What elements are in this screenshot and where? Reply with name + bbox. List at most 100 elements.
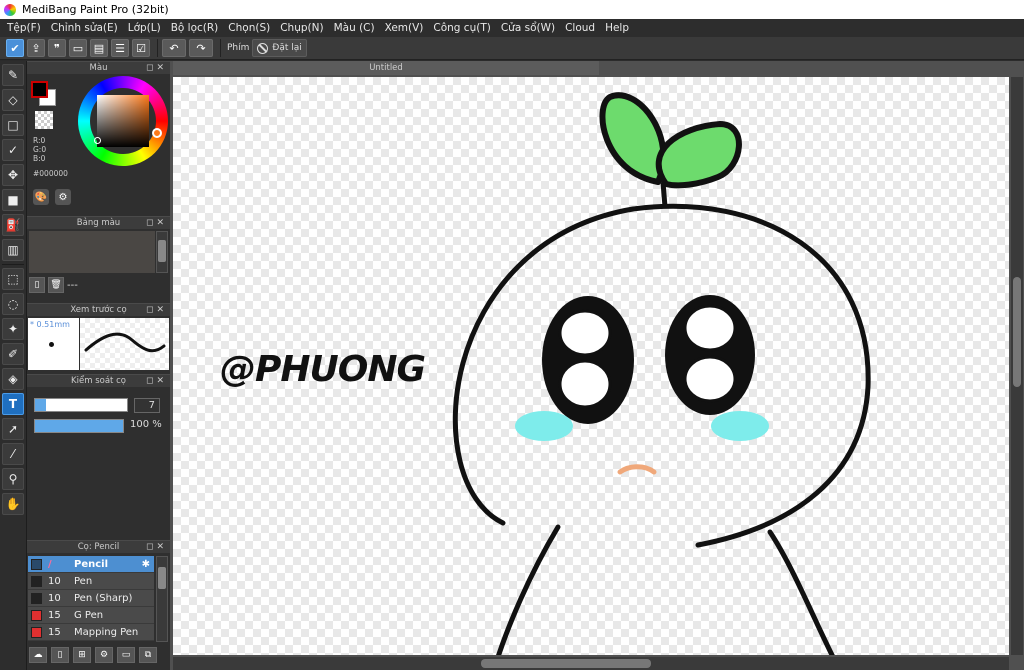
eraser-tool-icon[interactable]: ◇ <box>2 89 24 111</box>
shape-brush-icon[interactable]: ✓ <box>2 139 24 161</box>
menu-cloud[interactable]: Cloud <box>560 22 600 34</box>
opacity-slider[interactable] <box>34 419 124 433</box>
fill-rect-icon[interactable]: ■ <box>2 189 24 211</box>
red-value: R:0 <box>33 136 46 145</box>
hand-tool-icon[interactable]: ✋ <box>2 493 24 515</box>
cloud-sync-icon[interactable]: ✔ <box>6 39 24 57</box>
menu-file[interactable]: Tệp(F) <box>2 22 46 34</box>
menu-view[interactable]: Xem(V) <box>380 22 429 34</box>
menu-filter[interactable]: Bộ lọc(R) <box>166 22 224 34</box>
text-tool-icon[interactable]: T <box>2 393 24 415</box>
select-pen-icon[interactable]: ✐ <box>2 343 24 365</box>
menu-snap[interactable]: Chụp(N) <box>275 22 328 34</box>
page-manage-icon[interactable]: ☑ <box>132 39 150 57</box>
bucket-tool-icon[interactable]: ⛽ <box>2 214 24 236</box>
lasso-select-icon[interactable]: ◌ <box>2 293 24 315</box>
color-panel-title: Màu <box>89 63 108 73</box>
panel-window-icons[interactable]: ◻✕ <box>146 541 167 553</box>
gear-icon[interactable]: ✱ <box>142 559 150 570</box>
transparent-color-swatch[interactable] <box>35 111 53 129</box>
vertical-scrollbar[interactable] <box>1011 77 1023 655</box>
brush-panel-header: Cọ: Pencil ◻✕ <box>27 540 170 553</box>
magic-wand-icon[interactable]: ✦ <box>2 318 24 340</box>
select-eraser-icon[interactable]: ◈ <box>2 368 24 390</box>
comment-icon[interactable]: ▭ <box>69 39 87 57</box>
panel-window-icons[interactable]: ◻✕ <box>146 375 167 387</box>
brush-item-pencil[interactable]: / Pencil ✱ <box>28 556 154 573</box>
hue-wheel[interactable] <box>78 76 168 166</box>
brush-size-value[interactable]: 7 <box>134 398 160 413</box>
brush-tip-dot <box>49 342 54 347</box>
hue-cursor[interactable] <box>152 128 162 138</box>
menu-tools[interactable]: Công cụ(T) <box>428 22 495 34</box>
new-palette-icon[interactable]: ▯ <box>29 277 45 293</box>
redo-icon[interactable]: ↷ <box>189 39 213 57</box>
divide-tool-icon[interactable]: ⁄ <box>2 443 24 465</box>
menu-bar: Tệp(F) Chỉnh sửa(E) Lớp(L) Bộ lọc(R) Chọ… <box>0 19 1024 37</box>
stroke-sample <box>84 332 166 353</box>
vertical-scroll-thumb[interactable] <box>1013 277 1021 387</box>
rect-select-icon[interactable]: ⬚ <box>2 268 24 290</box>
menu-edit[interactable]: Chỉnh sửa(E) <box>46 22 123 34</box>
page-icon[interactable]: ▤ <box>90 39 108 57</box>
toolbar-divider <box>157 39 158 57</box>
brush-item-pen[interactable]: 10 Pen <box>28 573 154 590</box>
speech-bubble-icon[interactable]: ❞ <box>48 39 66 57</box>
duplicate-brush-icon[interactable]: ⧉ <box>139 647 157 663</box>
cloud-brush-icon[interactable]: ☁ <box>29 647 47 663</box>
key-label: Phím <box>227 43 250 53</box>
panel-window-icons[interactable]: ◻✕ <box>146 62 167 74</box>
color-palette-icon[interactable]: 🎨 <box>33 189 49 205</box>
palette-area[interactable] <box>29 231 155 273</box>
horizontal-scroll-thumb[interactable] <box>481 659 651 668</box>
new-brush-icon[interactable]: ▯ <box>51 647 69 663</box>
sv-cursor[interactable] <box>94 137 101 144</box>
brush-name: G Pen <box>74 609 104 621</box>
brush-folder-icon[interactable]: ▭ <box>117 647 135 663</box>
saturation-value-square[interactable] <box>97 95 149 147</box>
brush-color-swatch <box>31 592 42 604</box>
operation-tool-icon[interactable]: ➚ <box>2 418 24 440</box>
menu-layer[interactable]: Lớp(L) <box>123 22 166 34</box>
undo-icon[interactable]: ↶ <box>162 39 186 57</box>
share-icon[interactable]: ⇪ <box>27 39 45 57</box>
brush-item-pen-sharp[interactable]: 10 Pen (Sharp) <box>28 590 154 607</box>
page-list-icon[interactable]: ☰ <box>111 39 129 57</box>
document-tab[interactable]: Untitled <box>173 61 599 75</box>
brush-settings-icon[interactable]: ⚙ <box>95 647 113 663</box>
brush-color-swatch <box>31 626 42 638</box>
brush-item-mapping-pen[interactable]: 15 Mapping Pen <box>28 624 154 641</box>
menu-help[interactable]: Help <box>600 22 634 34</box>
color-panel: Màu ◻✕ R:0 G:0 B:0 #000000 🎨 ⚙ <box>27 61 170 214</box>
brush-name: Pencil <box>74 558 109 570</box>
menu-color[interactable]: Màu (C) <box>329 22 380 34</box>
brush-color-swatch <box>31 609 42 621</box>
dot-tool-icon[interactable]: □ <box>2 114 24 136</box>
brush-size-slider[interactable] <box>34 398 128 412</box>
reset-button[interactable]: Đặt lại <box>252 39 307 57</box>
foreground-color-swatch[interactable] <box>31 81 48 98</box>
toolbar-divider <box>220 39 221 57</box>
palette-scrollbar[interactable] <box>156 231 168 273</box>
color-settings-icon[interactable]: ⚙ <box>55 189 71 205</box>
menu-window[interactable]: Cửa sổ(W) <box>496 22 560 34</box>
brush-item-g-pen[interactable]: 15 G Pen <box>28 607 154 624</box>
control-panel-header: Kiểm soát cọ ◻✕ <box>27 374 170 387</box>
delete-palette-icon[interactable]: 🗑 <box>48 277 64 293</box>
brush-tip-preview: * 0.51mm <box>28 318 79 370</box>
brush-list-scrollbar[interactable] <box>156 556 168 642</box>
brush-scroll-thumb[interactable] <box>158 567 166 589</box>
horizontal-scrollbar[interactable] <box>173 657 1009 670</box>
brush-tool-icon[interactable]: ✎ <box>2 64 24 86</box>
drawing-canvas[interactable]: @PHUONG <box>173 77 1009 655</box>
palette-scroll-thumb[interactable] <box>158 240 166 262</box>
brush-preview-panel: Xem trước cọ ◻✕ * 0.51mm <box>27 303 170 373</box>
brush-size: 10 <box>48 575 61 587</box>
menu-select[interactable]: Chọn(S) <box>223 22 275 34</box>
gradient-tool-icon[interactable]: ▥ <box>2 239 24 261</box>
panel-window-icons[interactable]: ◻✕ <box>146 217 167 229</box>
move-tool-icon[interactable]: ✥ <box>2 164 24 186</box>
panel-window-icons[interactable]: ◻✕ <box>146 304 167 316</box>
eyedropper-icon[interactable]: ⚲ <box>2 468 24 490</box>
add-brush-icon[interactable]: ⊞ <box>73 647 91 663</box>
